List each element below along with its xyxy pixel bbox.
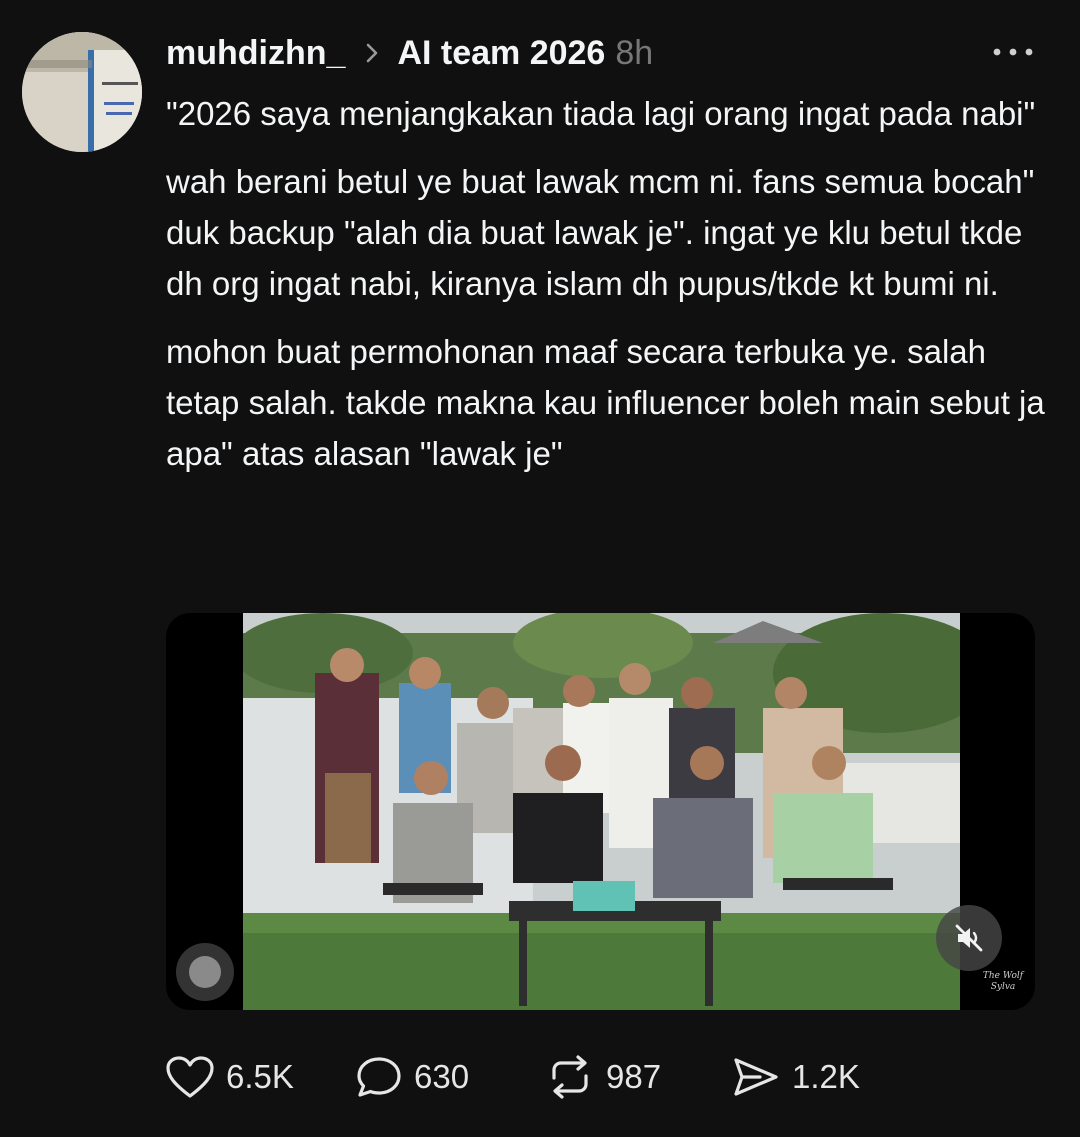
like-count: 6.5K xyxy=(226,1058,294,1095)
reply-count: 630 xyxy=(414,1058,470,1095)
share-button[interactable]: 1.2K xyxy=(730,1054,860,1100)
community-link[interactable]: AI team 2026 xyxy=(397,34,605,73)
username-link[interactable]: muhdizhn_ xyxy=(166,34,345,73)
more-options-icon[interactable] xyxy=(990,42,1036,62)
post-timestamp: 8h xyxy=(615,33,654,72)
like-button[interactable]: 6.5K xyxy=(164,1054,354,1100)
post-body: "2026 saya menjangkakan tiada lagi orang… xyxy=(166,88,1056,496)
playback-position-icon[interactable] xyxy=(174,941,236,1003)
send-icon xyxy=(734,1058,778,1096)
heart-icon xyxy=(166,1056,214,1098)
repost-arrows-icon xyxy=(552,1055,588,1099)
video-watermark: The Wolf Sylva xyxy=(982,971,1024,992)
avatar[interactable] xyxy=(22,32,142,152)
repost-button[interactable]: 987 xyxy=(544,1054,730,1100)
share-count: 1.2K xyxy=(792,1058,860,1095)
post-header: muhdizhn_ AI team 2026 8h xyxy=(166,30,653,76)
post-paragraph: "2026 saya menjangkakan tiada lagi orang… xyxy=(166,95,1036,132)
video-player[interactable]: The Wolf Sylva xyxy=(166,613,1035,1010)
reply-button[interactable]: 630 xyxy=(354,1054,544,1100)
post-actions: 6.5K 630 987 1.2K xyxy=(164,1052,860,1102)
post-paragraph: mohon buat permohonan maaf secara terbuk… xyxy=(166,333,1045,472)
repost-count: 987 xyxy=(606,1058,662,1095)
mute-toggle-button[interactable] xyxy=(936,905,1002,971)
comment-bubble-icon xyxy=(357,1057,401,1097)
video-thumbnail xyxy=(243,613,960,1010)
post-paragraph: wah berani betul ye buat lawak mcm ni. f… xyxy=(166,163,1035,302)
speaker-muted-icon xyxy=(955,924,983,952)
chevron-right-icon xyxy=(367,43,378,63)
book-avatar-icon xyxy=(22,32,142,152)
